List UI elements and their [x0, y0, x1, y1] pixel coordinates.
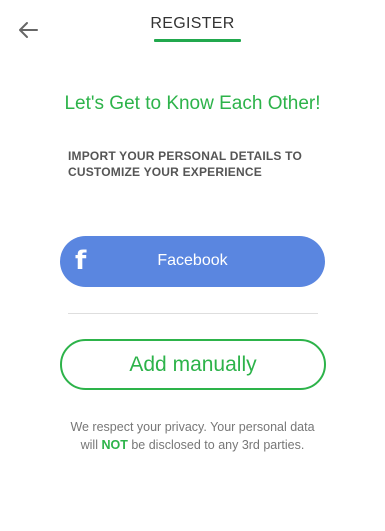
title-underline	[154, 39, 241, 42]
facebook-button[interactable]: f Facebook	[60, 236, 325, 287]
subtitle-line-2: CUSTOMIZE YOUR EXPERIENCE	[68, 165, 262, 179]
privacy-line-1: We respect your privacy. Your personal d…	[70, 420, 315, 434]
privacy-highlight: NOT	[101, 438, 128, 452]
header-bar: REGISTER	[0, 0, 385, 48]
privacy-notice: We respect your privacy. Your personal d…	[0, 418, 385, 454]
page-title: REGISTER	[150, 15, 235, 32]
divider	[68, 313, 318, 314]
privacy-line-2-prefix: will	[80, 438, 102, 452]
privacy-line-2: will NOT be disclosed to any 3rd parties…	[0, 436, 385, 454]
subtitle-line-1: IMPORT YOUR PERSONAL DETAILS TO	[68, 149, 303, 163]
facebook-button-label: Facebook	[157, 252, 228, 269]
privacy-line-2-suffix: be disclosed to any 3rd parties.	[127, 438, 305, 452]
add-manually-label: Add manually	[129, 353, 257, 376]
headline: Let's Get to Know Each Other!	[64, 93, 321, 114]
subtitle: IMPORT YOUR PERSONAL DETAILS TO CUSTOMIZ…	[68, 148, 328, 180]
add-manually-button[interactable]: Add manually	[60, 339, 326, 390]
